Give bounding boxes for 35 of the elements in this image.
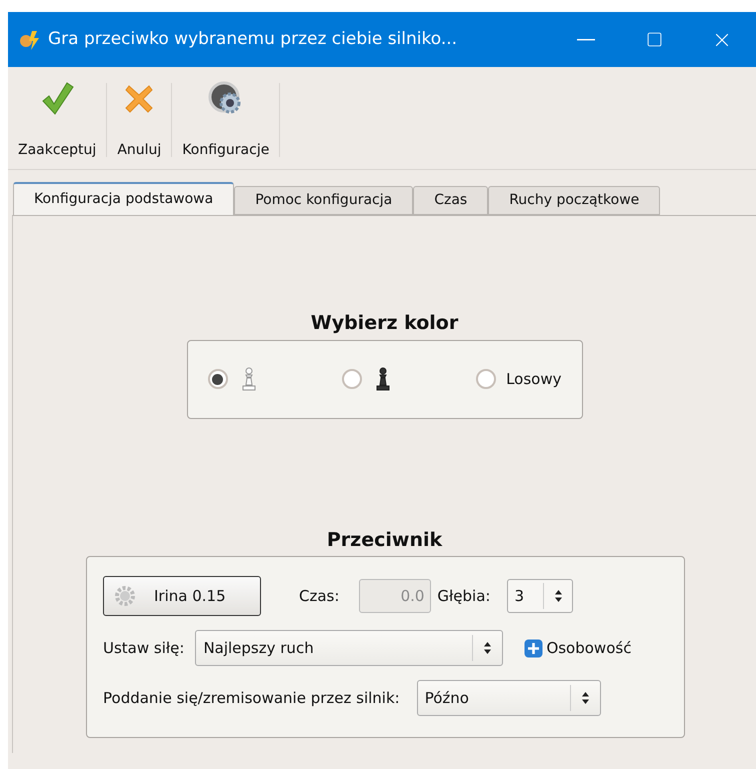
radio-button[interactable] (476, 369, 496, 389)
resign-dropdown[interactable]: Późno (416, 680, 601, 716)
depth-spinbox[interactable]: 3 (507, 579, 574, 613)
tab[interactable]: Pomoc konfiguracja (234, 186, 414, 215)
personality-button[interactable]: Osobowość (524, 636, 632, 660)
minimize-icon (577, 38, 595, 40)
tab[interactable]: Ruchy początkowe (488, 186, 660, 215)
dropdown-arrows-icon (483, 641, 492, 655)
time-label: Czas: (299, 586, 340, 607)
radio-label: Losowy (506, 368, 562, 390)
group-title: Przeciwnik (326, 528, 442, 552)
maximize-icon (646, 31, 662, 48)
window-title: Gra przeciwko wybranemu przez ciebie silniko... (48, 28, 458, 51)
depth-label: Głębia: (437, 586, 490, 607)
pawn-icon (376, 367, 390, 391)
tab[interactable]: Czas (413, 186, 488, 215)
strength-label: Ustaw siłę: (103, 638, 184, 659)
radio-button[interactable] (208, 369, 228, 389)
app-logo-icon (18, 28, 40, 50)
group-title: Wybierz kolor (310, 311, 458, 336)
dropdown-arrows-icon (580, 691, 590, 705)
toolbar-button[interactable]: Anuluj (107, 79, 172, 161)
resign-label: Poddanie się/zremisowanie przez silnik: (103, 688, 400, 709)
radio-button[interactable] (342, 369, 362, 389)
checkmark-icon (40, 81, 74, 117)
strength-dropdown[interactable]: Najlepszy ruch (195, 630, 504, 666)
tab[interactable]: Konfiguracja podstawowa (13, 182, 234, 215)
gear-icon (114, 585, 136, 607)
spin-arrows-icon (554, 589, 563, 603)
toolbar-button[interactable]: Zaakceptuj (8, 79, 106, 161)
cross-icon (124, 84, 154, 114)
plus-icon (524, 638, 544, 658)
pawn-icon (242, 367, 256, 391)
toolbar-button[interactable]: Konfiguracje (172, 79, 280, 161)
engine-button[interactable]: Irina 0.15 (103, 576, 261, 616)
